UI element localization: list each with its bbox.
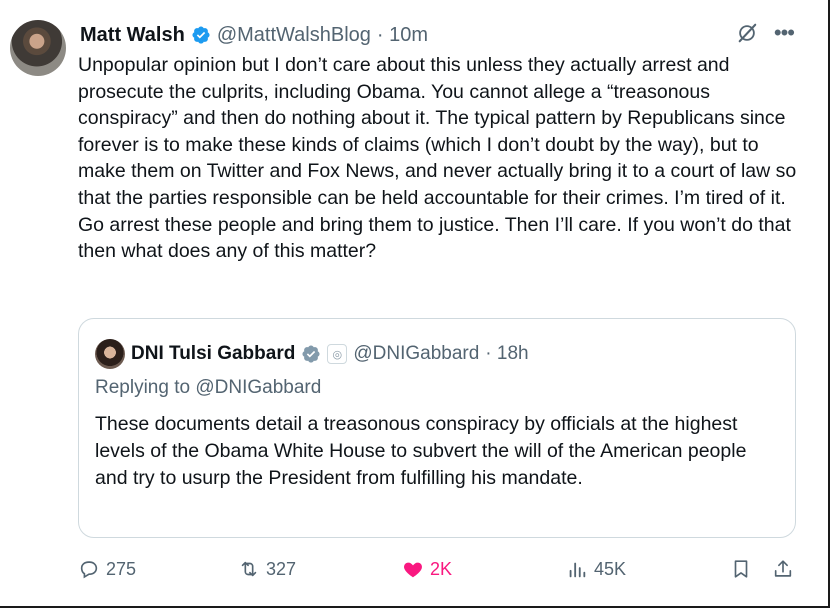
reply-count: 275 (106, 558, 137, 579)
views-button[interactable]: 45K (566, 554, 626, 584)
more-icon[interactable]: ••• (774, 22, 795, 44)
repost-icon (241, 561, 257, 577)
repost-button[interactable]: 327 (238, 554, 296, 584)
quoted-tweet[interactable]: DNI Tulsi Gabbard ◎ @DNIGabbard · 18h Re… (78, 318, 796, 538)
grok-icon[interactable] (736, 22, 758, 44)
share-icon (774, 560, 792, 577)
quote-handle[interactable]: @DNIGabbard (353, 343, 479, 365)
bookmark-button[interactable] (730, 554, 752, 584)
reply-icon (80, 561, 98, 579)
quote-header: DNI Tulsi Gabbard ◎ @DNIGabbard · 18h (95, 339, 529, 369)
verified-icon (192, 26, 210, 44)
author-handle[interactable]: @MattWalshBlog (217, 24, 371, 47)
quote-timestamp[interactable]: · 18h (485, 343, 528, 365)
tweet-header: Matt Walsh @MattWalshBlog · 10m (80, 20, 800, 50)
views-count: 45K (594, 558, 627, 579)
reply-button[interactable]: 275 (78, 554, 136, 584)
action-bar: 275 327 2K 45K (78, 554, 800, 584)
replying-to: Replying to @DNIGabbard (95, 377, 322, 398)
quote-text: These documents detail a treasonous cons… (95, 413, 747, 489)
government-badge-icon (302, 345, 320, 363)
timestamp[interactable]: · 10m (377, 24, 428, 47)
heart-icon (404, 562, 422, 578)
quote-avatar[interactable] (95, 339, 125, 369)
affiliate-icon[interactable]: ◎ (327, 344, 348, 364)
share-button[interactable] (772, 554, 794, 584)
quote-author-name[interactable]: DNI Tulsi Gabbard (131, 343, 295, 365)
tweet-text: Unpopular opinion but I don’t care about… (78, 54, 797, 263)
repost-count: 327 (266, 558, 297, 579)
views-icon (569, 562, 586, 578)
bookmark-icon (734, 560, 748, 578)
avatar[interactable] (10, 20, 66, 76)
top-actions: ••• (736, 22, 795, 44)
like-count: 2K (430, 558, 453, 579)
like-button[interactable]: 2K (402, 554, 452, 584)
author-name[interactable]: Matt Walsh (80, 24, 185, 47)
